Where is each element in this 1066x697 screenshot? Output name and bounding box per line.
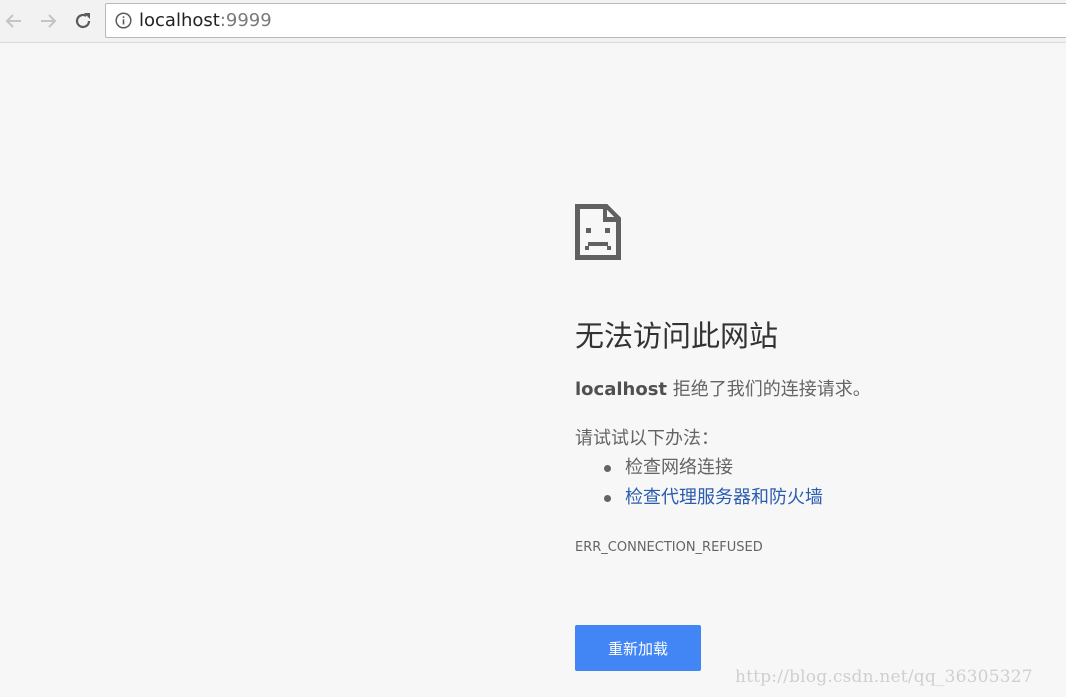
suggestion-check-network: 检查网络连接 bbox=[625, 457, 733, 478]
url-host: localhost bbox=[139, 10, 220, 31]
info-icon[interactable] bbox=[115, 12, 132, 29]
summary-text: 拒绝了我们的连接请求。 bbox=[667, 379, 871, 400]
reload-button[interactable]: 重新加载 bbox=[575, 625, 701, 671]
back-arrow-icon[interactable] bbox=[2, 9, 26, 33]
reload-icon[interactable] bbox=[71, 9, 95, 33]
summary-host: localhost bbox=[575, 379, 668, 400]
error-summary: localhost 拒绝了我们的连接请求。 bbox=[575, 377, 871, 403]
url-port: :9999 bbox=[219, 10, 272, 31]
error-code: ERR_CONNECTION_REFUSED bbox=[575, 540, 763, 555]
watermark: http://blog.csdn.net/qq_36305327 bbox=[735, 667, 1033, 687]
bullet-icon bbox=[604, 465, 611, 472]
bullet-icon bbox=[604, 495, 611, 502]
suggestion-check-proxy-link[interactable]: 检查代理服务器和防火墙 bbox=[625, 487, 823, 508]
suggestion-item: 检查网络连接 bbox=[575, 455, 823, 485]
suggestion-item: 检查代理服务器和防火墙 bbox=[575, 485, 823, 515]
forward-arrow-icon[interactable] bbox=[36, 9, 60, 33]
suggestions-title: 请试试以下办法： bbox=[575, 428, 719, 449]
error-heading: 无法访问此网站 bbox=[575, 319, 779, 353]
suggestions-list: 检查网络连接 检查代理服务器和防火墙 bbox=[575, 455, 823, 515]
sad-document-icon bbox=[575, 204, 621, 260]
address-bar[interactable]: localhost:9999 bbox=[105, 3, 1066, 38]
browser-toolbar: localhost:9999 bbox=[0, 0, 1066, 43]
address-url[interactable]: localhost:9999 bbox=[139, 10, 272, 32]
